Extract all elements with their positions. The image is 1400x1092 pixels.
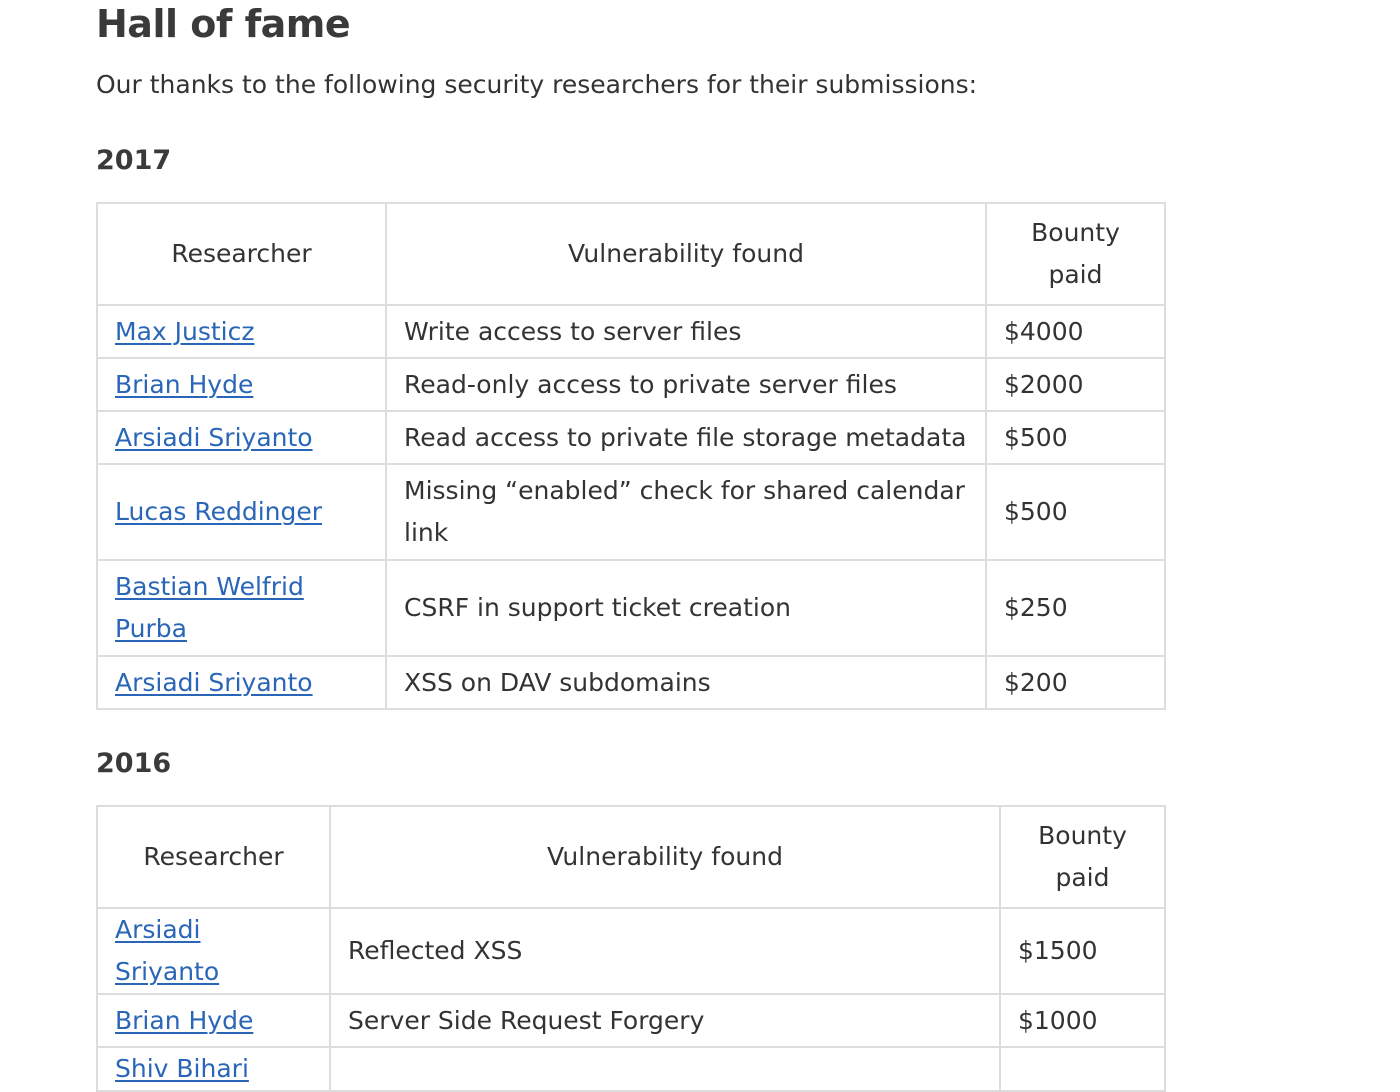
table-row: Max Justicz Write access to server files… [96, 304, 1166, 359]
vulnerability-cell: Read-only access to private server files [385, 357, 987, 412]
column-header-vulnerability: Vulnerability found [385, 202, 987, 306]
vulnerability-cell: CSRF in support ticket creation [385, 559, 987, 657]
column-header-vulnerability: Vulnerability found [329, 805, 1001, 909]
bounty-cell [999, 1046, 1166, 1092]
researcher-cell: Bastian Welfrid Purba [96, 559, 387, 657]
table-row: Bastian Welfrid Purba CSRF in support ti… [96, 559, 1166, 657]
vulnerability-cell [329, 1046, 1001, 1092]
researcher-link[interactable]: Brian Hyde [115, 370, 253, 399]
page-title: Hall of fame [96, 2, 351, 46]
intro-text: Our thanks to the following security res… [96, 70, 978, 99]
researcher-link[interactable]: Bastian Welfrid Purba [115, 572, 304, 643]
bounty-cell: $250 [985, 559, 1166, 657]
hall-of-fame-table-2016: Researcher Vulnerability found Bounty pai… [96, 805, 1166, 1092]
bounty-cell: $2000 [985, 357, 1166, 412]
bounty-cell: $200 [985, 655, 1166, 710]
section-year-heading: 2017 [96, 145, 172, 176]
researcher-link[interactable]: Arsiadi Sriyanto [115, 668, 313, 697]
researcher-link[interactable]: Shiv Bihari [115, 1054, 249, 1083]
researcher-cell: Lucas Reddinger [96, 463, 387, 561]
researcher-cell: Arsiadi Sriyanto [96, 410, 387, 465]
researcher-link[interactable]: Lucas Reddinger [115, 497, 322, 526]
table-row: Brian Hyde Read-only access to private s… [96, 357, 1166, 412]
table-row: Brian Hyde Server Side Request Forgery $… [96, 993, 1166, 1048]
column-header-bounty-line1: Bounty [1031, 218, 1120, 247]
bounty-cell: $1000 [999, 993, 1166, 1048]
column-header-researcher: Researcher [96, 202, 387, 306]
bounty-cell: $500 [985, 410, 1166, 465]
column-header-researcher: Researcher [96, 805, 331, 909]
table-header-row: Researcher Vulnerability found Bounty pai… [96, 805, 1166, 909]
researcher-cell: Arsiadi Sriyanto [96, 655, 387, 710]
table-row: Lucas Reddinger Missing “enabled” check … [96, 463, 1166, 561]
hall-of-fame-table-2017: Researcher Vulnerability found Bounty pai… [96, 202, 1166, 710]
table-row: Arsiadi Sriyanto XSS on DAV subdomains $… [96, 655, 1166, 710]
researcher-link[interactable]: Arsiadi Sriyanto [115, 423, 313, 452]
researcher-cell: Shiv Bihari [96, 1046, 331, 1092]
researcher-link[interactable]: Arsiadi Sriyanto [115, 915, 219, 986]
column-header-bounty-line2: paid [1055, 863, 1110, 892]
researcher-cell: Max Justicz [96, 304, 387, 359]
vulnerability-cell: XSS on DAV subdomains [385, 655, 987, 710]
researcher-cell: Brian Hyde [96, 357, 387, 412]
table-header-row: Researcher Vulnerability found Bounty pai… [96, 202, 1166, 306]
bounty-cell: $4000 [985, 304, 1166, 359]
column-header-bounty: Bounty paid [999, 805, 1166, 909]
researcher-link[interactable]: Max Justicz [115, 317, 255, 346]
vulnerability-cell: Write access to server files [385, 304, 987, 359]
column-header-bounty-line1: Bounty [1038, 821, 1127, 850]
table-row: Arsiadi Sriyanto Read access to private … [96, 410, 1166, 465]
bounty-cell: $500 [985, 463, 1166, 561]
researcher-cell: Brian Hyde [96, 993, 331, 1048]
column-header-bounty: Bounty paid [985, 202, 1166, 306]
vulnerability-cell: Server Side Request Forgery [329, 993, 1001, 1048]
bounty-cell: $1500 [999, 907, 1166, 995]
researcher-cell: Arsiadi Sriyanto [96, 907, 331, 995]
table-row: Arsiadi Sriyanto Reflected XSS $1500 [96, 907, 1166, 995]
vulnerability-cell: Read access to private file storage meta… [385, 410, 987, 465]
table-row: Shiv Bihari [96, 1046, 1166, 1092]
vulnerability-cell: Reflected XSS [329, 907, 1001, 995]
column-header-bounty-line2: paid [1048, 260, 1103, 289]
vulnerability-cell: Missing “enabled” check for shared calen… [385, 463, 987, 561]
section-year-heading: 2016 [96, 748, 172, 779]
researcher-link[interactable]: Brian Hyde [115, 1006, 253, 1035]
